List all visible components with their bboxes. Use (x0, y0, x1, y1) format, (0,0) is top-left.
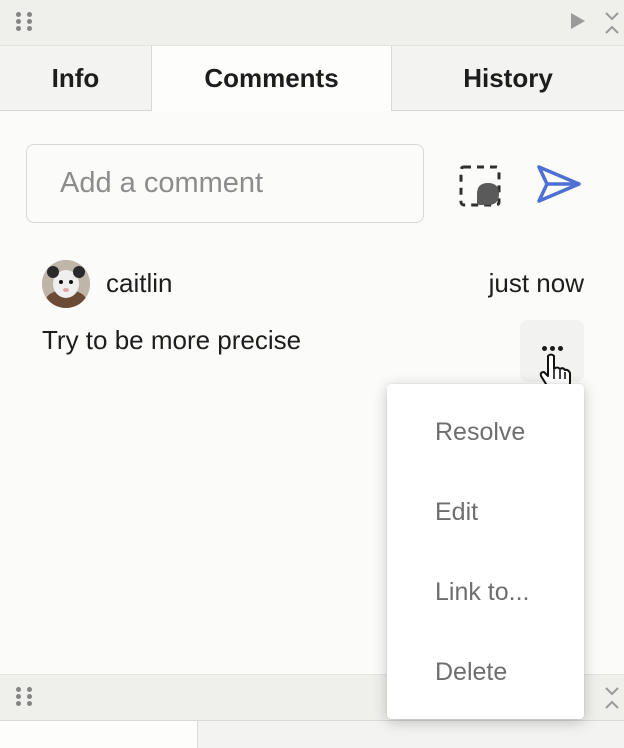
attach-screenshot-icon[interactable] (458, 164, 504, 210)
collapse-icon[interactable] (603, 10, 621, 36)
play-icon[interactable] (571, 13, 585, 29)
comment-author: caitlin (106, 268, 173, 298)
menu-item-resolve[interactable]: Resolve (435, 418, 525, 447)
collapse-icon[interactable] (603, 685, 621, 711)
comment-context-menu: Resolve Edit Link to... Delete (387, 384, 584, 719)
bottom-tab-bar (0, 720, 624, 748)
comment-input[interactable] (26, 144, 424, 223)
tab-bar: Info Comments History (0, 46, 624, 111)
comment-text: Try to be more precise (42, 325, 302, 355)
drag-handle-icon[interactable] (16, 687, 34, 709)
tab-history[interactable]: History (392, 46, 624, 111)
tab-info[interactable]: Info (0, 46, 151, 111)
menu-item-edit[interactable]: Edit (435, 498, 478, 527)
avatar (42, 260, 90, 308)
comments-panel-header (0, 0, 624, 46)
comment-timestamp: just now (488, 268, 584, 298)
more-icon (542, 346, 563, 351)
send-icon[interactable] (536, 164, 582, 204)
menu-item-delete[interactable]: Delete (435, 658, 507, 687)
bottom-tab-active[interactable] (0, 721, 198, 748)
drag-handle-icon[interactable] (16, 12, 34, 34)
menu-item-link-to[interactable]: Link to... (435, 578, 530, 607)
tab-comments[interactable]: Comments (151, 46, 392, 111)
